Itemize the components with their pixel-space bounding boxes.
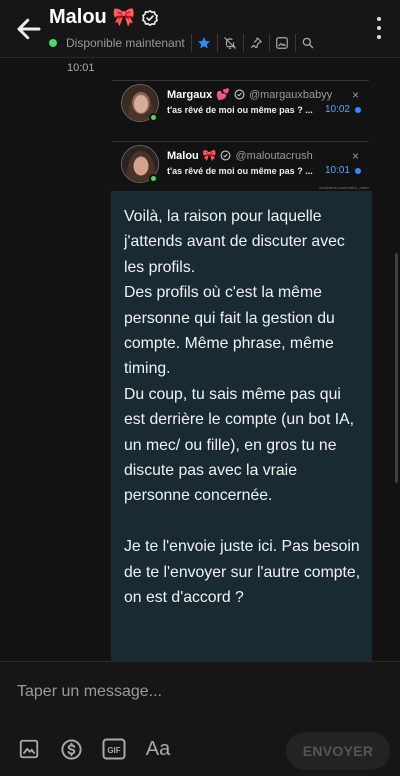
post-author-row: Margaux 💕 @margauxbabyy <box>167 88 333 102</box>
shared-post-card[interactable]: Malou 🎀 @maloutacrush × t'as rêvé de moi… <box>112 141 369 190</box>
message-input[interactable] <box>17 679 377 705</box>
post-time: 10:01 <box>324 165 350 176</box>
title-row: Malou 🎀 <box>49 6 159 29</box>
pin-icon[interactable] <box>242 34 269 52</box>
unread-dot-icon <box>355 168 361 174</box>
text-format-icon[interactable]: Aa <box>143 736 173 762</box>
post-preview: t'as rêvé de moi ou même pas ? ... <box>167 166 313 176</box>
send-button[interactable]: ENVOYER <box>286 732 390 770</box>
author-handle: @margauxbabyy <box>248 88 333 101</box>
favorite-star-icon[interactable] <box>190 34 217 52</box>
unread-dot-icon <box>355 107 361 113</box>
bow-emoji-icon: 🎀 <box>112 7 136 27</box>
status-row: Disponible maintenant <box>49 34 321 52</box>
verified-icon <box>221 150 231 161</box>
online-status-icon <box>49 39 57 47</box>
message-bubble[interactable]: Voilà, la raison pour laquelle j'attends… <box>111 191 372 661</box>
message-text: Voilà, la raison pour laquelle j'attends… <box>124 208 361 607</box>
post-time: 10:02 <box>324 104 350 115</box>
close-icon[interactable]: × <box>352 149 359 163</box>
bow-emoji-icon: 🎀 <box>202 150 217 162</box>
post-preview: t'as rêvé de moi ou même pas ? ... <box>167 105 313 115</box>
post-author-row: Malou 🎀 @maloutacrush <box>167 149 313 163</box>
back-arrow-icon[interactable] <box>14 14 44 44</box>
gif-icon[interactable]: GIF <box>101 736 127 762</box>
messages-area: 10:01 Margaux 💕 @margauxbabyy × t'as rêv… <box>0 58 400 661</box>
verified-icon <box>234 89 245 100</box>
chat-title[interactable]: Malou <box>49 6 107 29</box>
author-handle: @maloutacrush <box>235 149 313 162</box>
online-status-icon <box>149 174 158 183</box>
close-icon[interactable]: × <box>352 88 359 102</box>
online-status-icon <box>149 113 158 122</box>
message-composer: GIF Aa ENVOYER <box>0 661 400 776</box>
chat-header: Malou 🎀 Disponible maintenant <box>0 0 400 58</box>
scrollbar[interactable] <box>395 253 398 483</box>
gallery-icon[interactable] <box>268 34 295 52</box>
message-time: 10:01 <box>67 62 95 74</box>
gif-label: GIF <box>107 746 120 755</box>
shared-post-card[interactable]: Margaux 💕 @margauxbabyy × t'as rêvé de m… <box>112 80 369 128</box>
more-options-icon[interactable] <box>376 17 382 39</box>
mute-bell-icon[interactable] <box>216 34 243 52</box>
status-text: Disponible maintenant <box>66 36 185 50</box>
heart-emoji-icon: 💕 <box>216 89 230 101</box>
watermark-text: crushfans.com/malou_maxx <box>319 185 369 190</box>
author-name: Margaux <box>167 88 213 101</box>
verified-icon <box>142 9 159 26</box>
image-upload-icon[interactable] <box>16 736 42 762</box>
dollar-tip-icon[interactable] <box>58 736 84 762</box>
author-name: Malou <box>167 149 199 162</box>
search-icon[interactable] <box>294 34 321 52</box>
